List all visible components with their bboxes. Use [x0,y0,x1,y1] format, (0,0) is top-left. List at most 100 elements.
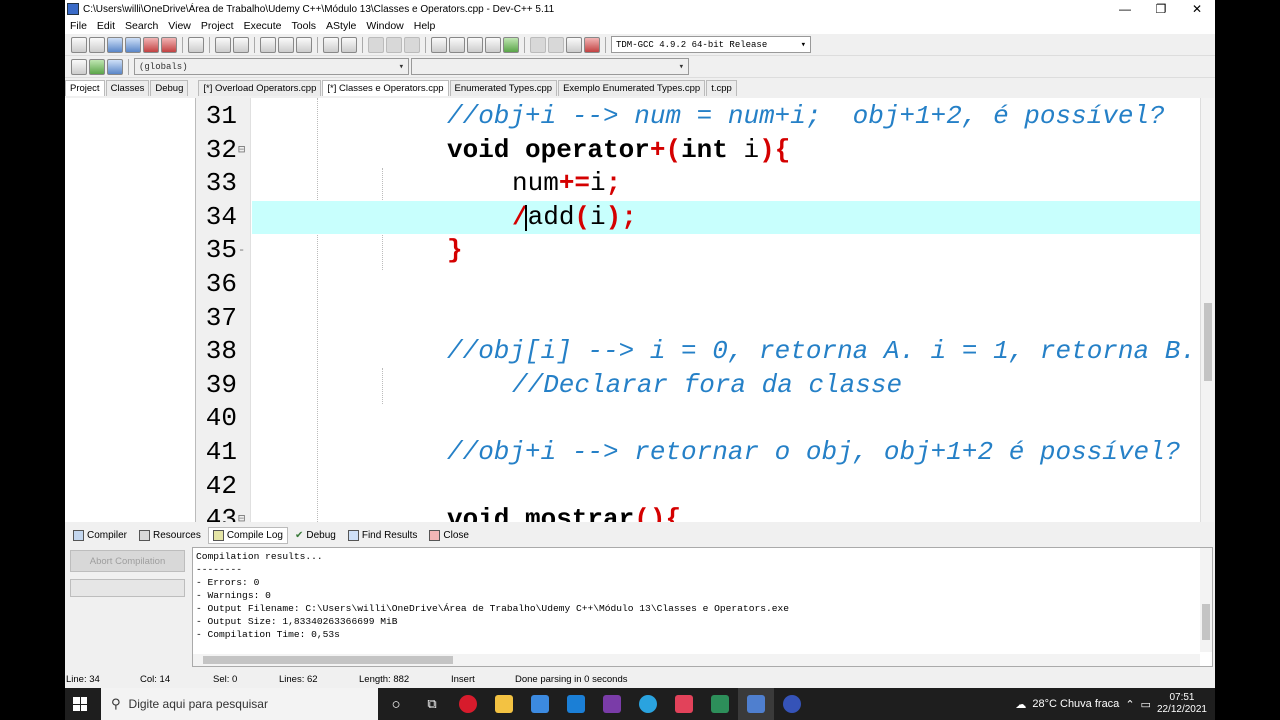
weather-text[interactable]: 28°C Chuva fraca [1032,698,1119,710]
fold-marker-icon[interactable]: - [238,234,248,267]
fold-marker-icon[interactable]: ⊟ [238,134,248,167]
run-icon[interactable] [449,36,465,53]
tab-resources[interactable]: Resources [134,527,206,544]
tab-project[interactable]: Project [65,80,105,96]
project-pane[interactable] [65,98,196,522]
code-editor[interactable]: 31 //obj+i --> num = num+i; obj+1+2, é po… [197,98,1214,522]
tab-close-panel[interactable]: Close [424,527,474,544]
unindent-icon[interactable] [386,36,402,53]
code-line[interactable]: 39 //Declarar fora da classe [197,369,1200,402]
cortana-icon[interactable]: ○ [378,688,414,720]
abort-compilation-button[interactable]: Abort Compilation [70,550,185,572]
menu-help[interactable]: Help [409,20,441,32]
code-line[interactable]: 43 ⊟ void mostrar(){ [197,503,1200,522]
indent-icon[interactable] [368,36,384,53]
menu-edit[interactable]: Edit [92,20,120,32]
close-file-icon[interactable] [143,36,159,53]
obs-icon[interactable] [774,688,810,720]
tab-compiler[interactable]: Compiler [68,527,132,544]
file-tab-enumerated-types[interactable]: Enumerated Types.cpp [449,80,558,96]
code-line[interactable]: 35-} [197,234,1200,267]
menu-project[interactable]: Project [196,20,239,32]
print-icon[interactable] [188,36,204,53]
code-line[interactable]: 36 [197,268,1200,301]
save-icon[interactable] [107,36,123,53]
tab-classes[interactable]: Classes [105,80,150,96]
redo-icon[interactable] [233,36,249,53]
code-line[interactable]: 34/add(i); [197,200,1200,234]
download-app-icon[interactable] [702,688,738,720]
compiler-select[interactable]: TDM-GCC 4.9.2 64-bit Release ▾ [611,36,811,53]
start-button[interactable] [65,688,95,720]
code-line[interactable]: 40 [197,402,1200,435]
tab-find-results[interactable]: Find Results [343,527,423,544]
file-tab-classes-e-operators[interactable]: [*] Classes e Operators.cpp [322,80,449,96]
compile-icon[interactable] [431,36,447,53]
fold-marker-icon[interactable]: ⊟ [238,503,248,522]
insert-icon[interactable] [71,58,87,75]
minimize-button[interactable]: — [1107,2,1143,16]
devcpp-taskbar-icon[interactable] [738,688,774,720]
compile-run-icon[interactable] [467,36,483,53]
file-tab-exemplo-enumerated-types[interactable]: Exemplo Enumerated Types.cpp [558,80,706,96]
restore-button[interactable]: ❐ [1143,2,1179,16]
code-line[interactable]: 42 [197,470,1200,503]
task-view-icon[interactable]: ⧉ [414,688,450,720]
code-line[interactable]: 37 [197,302,1200,335]
close-window-button[interactable]: ✕ [1179,2,1215,16]
save-all-icon[interactable] [125,36,141,53]
code-line[interactable]: 41 //obj+i --> retornar o obj, obj+1+2 é … [197,436,1200,469]
rebuild-icon[interactable] [485,36,501,53]
new-file-icon[interactable] [71,36,87,53]
toggle-bookmark-icon[interactable] [323,36,339,53]
scope-select[interactable]: (globals) ▾ [134,58,409,75]
close-all-icon[interactable] [161,36,177,53]
log-vertical-scrollbar[interactable] [1200,548,1212,652]
code-line[interactable]: 31 //obj+i --> num = num+i; obj+1+2, é po… [197,100,1200,133]
replace-icon[interactable] [278,36,294,53]
store-icon[interactable] [522,688,558,720]
log-horizontal-scrollbar[interactable] [193,654,1200,666]
log-vscroll-thumb[interactable] [1202,604,1210,640]
log-hscroll-thumb[interactable] [203,656,453,664]
editor-vertical-scrollbar[interactable] [1200,98,1214,522]
menu-search[interactable]: Search [120,20,163,32]
code-line[interactable]: 38 //obj[i] --> i = 0, retorna A. i = 1, … [197,335,1200,368]
telegram-icon[interactable] [630,688,666,720]
tab-compile-log[interactable]: Compile Log [207,526,288,544]
onenote-icon[interactable] [594,688,630,720]
tab-debug[interactable]: Debug [150,80,189,96]
class-browser-icon[interactable] [107,58,123,75]
network-icon[interactable]: ▭ [1141,698,1151,711]
code-line[interactable]: 32 ⊟ void operator+(int i){ [197,134,1200,167]
syntax-check-icon[interactable] [503,36,519,53]
debug-icon[interactable] [548,36,564,53]
file-tab-overload-operators[interactable]: [*] Overload Operators.cpp [198,80,322,96]
menu-file[interactable]: File [65,20,92,32]
menu-view[interactable]: View [163,20,196,32]
member-select[interactable]: ▾ [411,58,689,75]
open-file-icon[interactable] [89,36,105,53]
stop-execution-icon[interactable] [530,36,546,53]
goto-line-icon[interactable] [341,36,357,53]
file-tab-t-cpp[interactable]: t.cpp [706,80,737,96]
editor-scroll-thumb[interactable] [1204,303,1212,381]
undo-icon[interactable] [215,36,231,53]
tab-debug-panel[interactable]: ✔ Debug [290,527,341,544]
file-explorer-icon[interactable] [486,688,522,720]
app-icon[interactable] [666,688,702,720]
new-class-icon[interactable] [89,58,105,75]
menu-astyle[interactable]: AStyle [321,20,361,32]
profile-icon[interactable] [566,36,582,53]
chevron-up-icon[interactable]: ⌃ [1125,698,1134,711]
menu-tools[interactable]: Tools [287,20,322,32]
menu-execute[interactable]: Execute [239,20,287,32]
menu-window[interactable]: Window [361,20,408,32]
opera-icon[interactable] [450,688,486,720]
delete-profile-icon[interactable] [584,36,600,53]
find-icon[interactable] [260,36,276,53]
clock[interactable]: 07:51 22/12/2021 [1157,692,1207,716]
mail-icon[interactable] [558,688,594,720]
taskbar-search[interactable]: ⚲ Digite aqui para pesquisar [101,688,378,720]
toggle-comment-icon[interactable] [404,36,420,53]
